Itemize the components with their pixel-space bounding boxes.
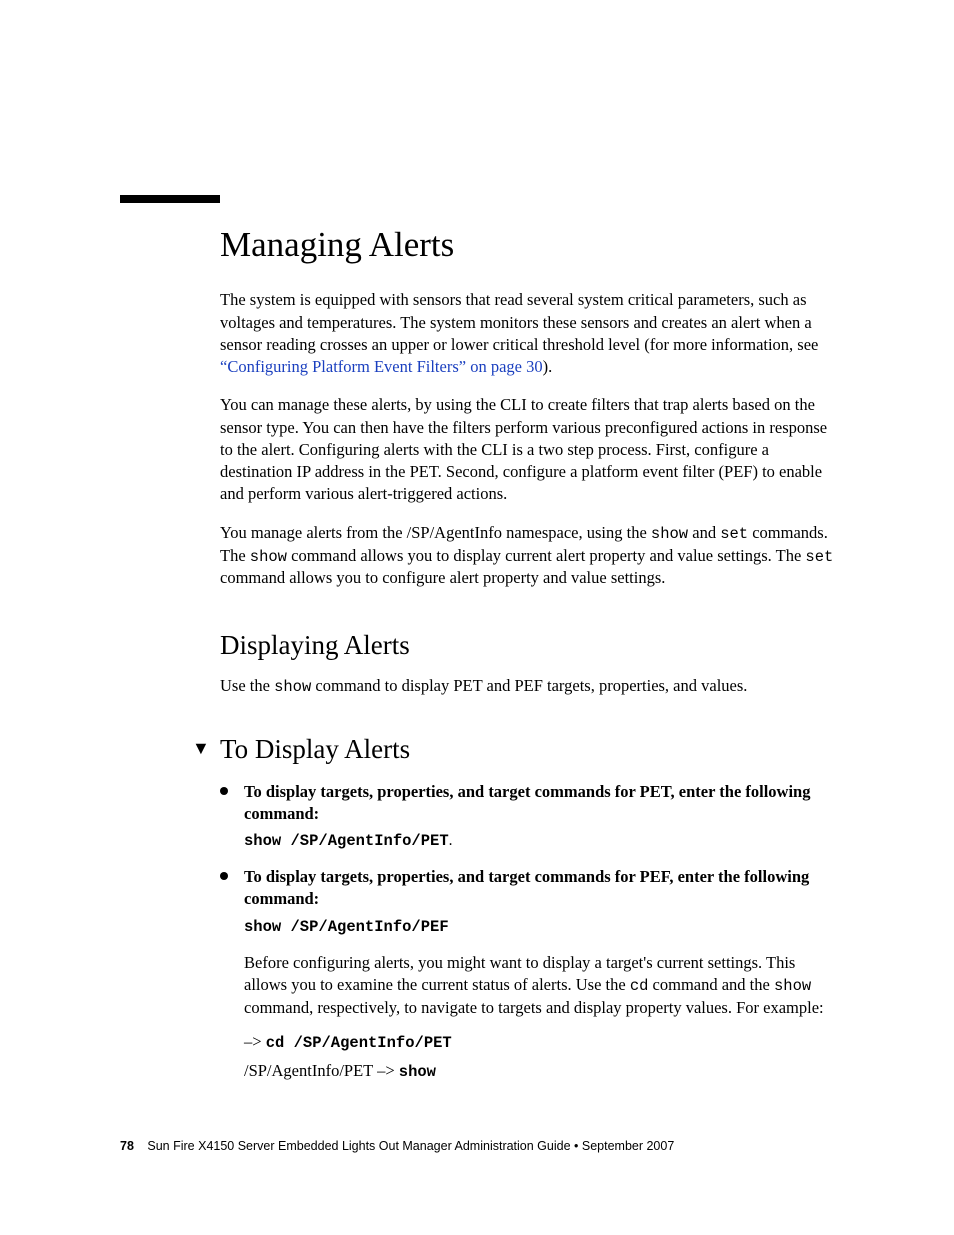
example-line-2: /SP/AgentInfo/PET –> show [244,1060,834,1083]
intro-paragraph-1: The system is equipped with sensors that… [220,289,834,378]
heading-1: Managing Alerts [220,225,834,265]
section2-paragraph: Use the show command to display PET and … [220,675,834,698]
procedure-list: To display targets, properties, and targ… [244,781,834,1083]
command-line: show /SP/AgentInfo/PEF [244,917,834,938]
xref-link[interactable]: “Configuring Platform Event Filters” on … [220,357,543,376]
text: . [449,832,453,849]
inline-code: show [250,548,287,566]
command-line: show /SP/AgentInfo/PET. [244,831,834,852]
page-number: 78 [120,1139,134,1153]
text: command allows you to display current al… [287,546,805,565]
inline-code: show [274,678,311,696]
heading-3-procedure: ▼ To Display Alerts [220,734,834,765]
text: command and the [648,975,774,994]
page-footer: 78 Sun Fire X4150 Server Embedded Lights… [120,1139,674,1153]
section-rule [120,195,220,203]
inline-code: cd [630,977,649,995]
footer-title: Sun Fire X4150 Server Embedded Lights Ou… [147,1139,674,1153]
command-text: cd /SP/AgentInfo/PET [266,1034,452,1052]
document-page: Managing Alerts The system is equipped w… [0,0,954,1235]
text: ). [543,357,553,376]
intro-paragraph-2: You can manage these alerts, by using th… [220,394,834,505]
heading-2: Displaying Alerts [220,630,834,661]
step-lead: To display targets, properties, and targ… [244,781,834,826]
inline-code: set [720,525,748,543]
intro-paragraph-3: You manage alerts from the /SP/AgentInfo… [220,522,834,590]
path-text: /SP/AgentInfo/PET –> [244,1061,399,1080]
text: You manage alerts from the /SP/AgentInfo… [220,523,651,542]
step-lead: To display targets, properties, and targ… [244,866,834,911]
text: command to display PET and PEF targets, … [311,676,747,695]
prompt: –> [244,1032,266,1051]
list-item: To display targets, properties, and targ… [244,781,834,852]
list-item: To display targets, properties, and targ… [244,866,834,1083]
heading-3-title: To Display Alerts [220,734,410,764]
inline-code: show [651,525,688,543]
text: command allows you to configure alert pr… [220,568,665,587]
inline-code: set [805,548,833,566]
triangle-down-icon: ▼ [192,738,210,759]
text: and [688,523,720,542]
text: The system is equipped with sensors that… [220,290,818,354]
example-line-1: –> cd /SP/AgentInfo/PET [244,1031,834,1054]
text: command, respectively, to navigate to ta… [244,998,824,1017]
step-body: Before configuring alerts, you might wan… [244,952,834,1019]
inline-code: show [774,977,811,995]
command-text: show /SP/AgentInfo/PET [244,832,449,850]
command-text: show [399,1063,436,1081]
text: Use the [220,676,274,695]
